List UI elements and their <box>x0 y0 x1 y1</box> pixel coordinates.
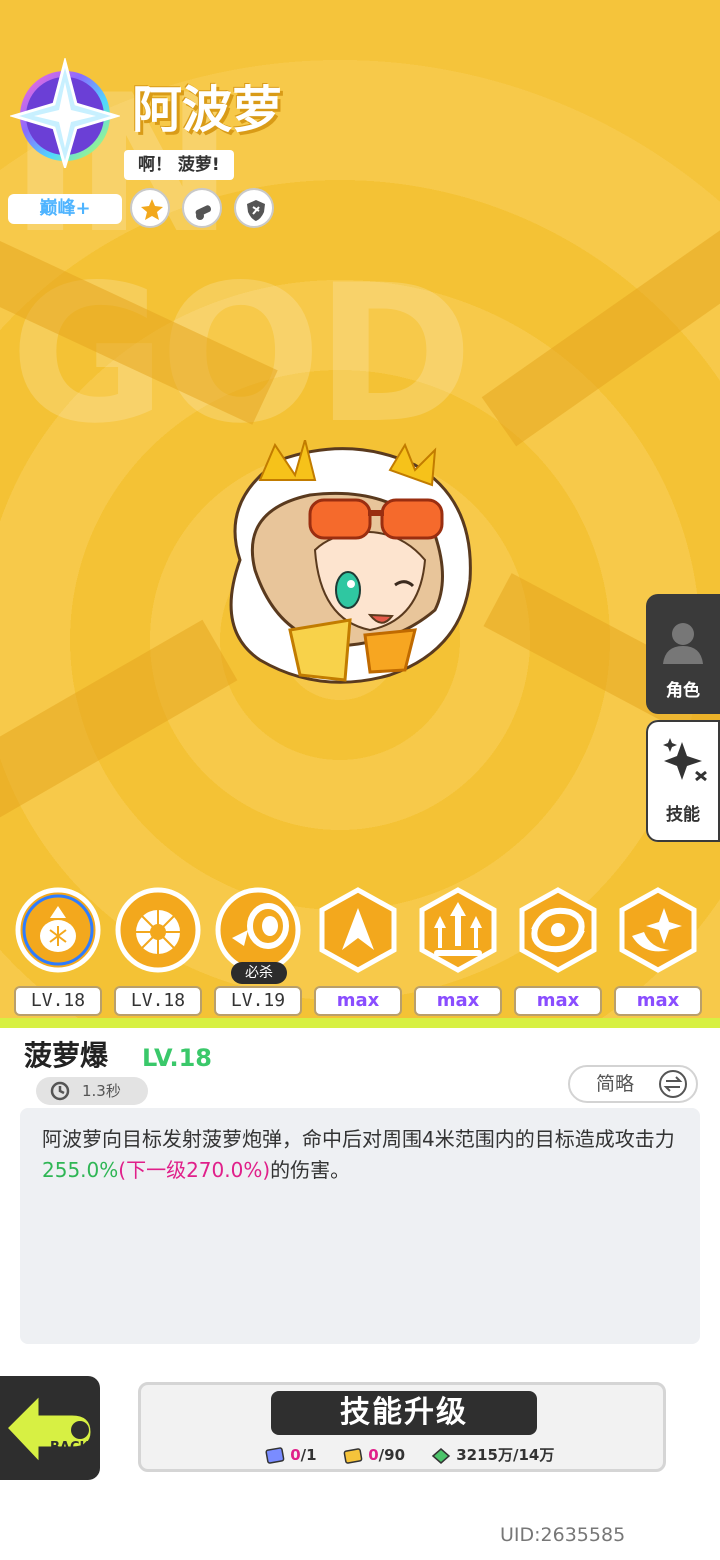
character-portrait <box>229 440 472 684</box>
ultimate-badge: 必杀 <box>231 962 287 984</box>
back-button[interactable]: BACK <box>0 1376 100 1480</box>
desc-text: 阿波萝向目标发射菠萝炮弹，命中后对周围4米范围内的目标造成攻击力 <box>42 1127 675 1151</box>
skill-description: 阿波萝向目标发射菠萝炮弹，命中后对周围4米范围内的目标造成攻击力 255.0%(下… <box>42 1124 682 1186</box>
shield-icon <box>247 200 265 221</box>
cost-skill-book: 0/1 <box>265 1445 317 1465</box>
skill-slot-6[interactable] <box>514 886 602 974</box>
character-name: 阿波萝 <box>132 81 282 139</box>
cost-skill-book-have: 0 <box>290 1446 301 1464</box>
upgrade-panel: 技能升级 0/1 0/90 3215万/14万 <box>138 1382 666 1472</box>
money-icon <box>431 1447 451 1464</box>
skill-level-3: LV.19 <box>214 986 302 1016</box>
skill-level-5: max <box>414 986 502 1016</box>
desc-current-value: 255.0% <box>42 1158 119 1182</box>
character-icon <box>663 623 703 664</box>
skill-slot-3[interactable] <box>214 886 302 974</box>
back-arrow-icon <box>3 1390 94 1468</box>
trait-cannon[interactable] <box>182 188 222 228</box>
upgrade-skill-button[interactable]: 技能升级 <box>271 1391 537 1435</box>
triple-arrow-icon <box>419 887 497 973</box>
clock-icon <box>50 1081 70 1101</box>
cannon-icon <box>195 205 212 220</box>
cost-money: 3215万/14万 <box>431 1445 554 1465</box>
toggle-label: 简略 <box>596 1073 635 1095</box>
tab-character-label: 角色 <box>666 681 700 701</box>
skill-name: 菠萝爆 <box>24 1039 109 1072</box>
tab-skill-label: 技能 <box>666 805 700 825</box>
pineapple-slice-icon <box>115 887 201 973</box>
tab-character[interactable]: 角色 <box>646 594 720 714</box>
skill-level-4: max <box>314 986 402 1016</box>
cost-ticket-have: 0 <box>368 1446 379 1464</box>
back-label: BACK <box>50 1440 90 1455</box>
cost-money-have: 3215万 <box>456 1446 513 1464</box>
trait-shield[interactable] <box>234 188 274 228</box>
cost-ticket: 0/90 <box>343 1445 405 1465</box>
rank-badge: 巅峰+ <box>8 194 122 224</box>
cost-money-need: /14万 <box>512 1446 555 1464</box>
crescent-star-icon <box>619 887 697 973</box>
tab-skill[interactable]: 技能 <box>646 720 720 842</box>
character-quote: 啊！ 菠萝! <box>124 150 234 180</box>
cost-skill-book-need: /1 <box>300 1446 317 1464</box>
swirl-icon <box>519 887 597 973</box>
desc-tail: 的伤害。 <box>270 1158 351 1182</box>
skill-level-7: max <box>614 986 702 1016</box>
up-slash-icon <box>319 887 397 973</box>
trait-burst[interactable] <box>130 188 170 228</box>
cost-ticket-need: /90 <box>378 1446 406 1464</box>
blast-icon <box>215 887 301 973</box>
burst-icon <box>141 199 163 220</box>
sparkle-icon <box>663 738 707 782</box>
skill-slot-4[interactable] <box>314 886 402 974</box>
cooldown-value: 1.3秒 <box>82 1082 121 1100</box>
skill-slot-1[interactable] <box>14 886 102 974</box>
swap-icon <box>659 1070 687 1098</box>
skill-description-box: 阿波萝向目标发射菠萝炮弹，命中后对周围4米范围内的目标造成攻击力 255.0%(下… <box>20 1108 700 1344</box>
user-id: UID:2635585 <box>500 1524 626 1546</box>
skill-book-icon <box>265 1446 285 1464</box>
description-mode-toggle[interactable]: 简略 <box>568 1065 698 1103</box>
skill-slot-5[interactable] <box>414 886 502 974</box>
skill-slot-2[interactable] <box>114 886 202 974</box>
cooldown-badge: 1.3秒 <box>36 1077 148 1105</box>
skill-level-1: LV.18 <box>14 986 102 1016</box>
desc-next-value: (下一级270.0%) <box>118 1158 271 1182</box>
pineapple-bomb-icon <box>15 887 101 973</box>
skill-level-2: LV.18 <box>114 986 202 1016</box>
rarity-star-emblem-icon <box>10 58 120 168</box>
ticket-icon <box>343 1447 363 1464</box>
skill-level-6: max <box>514 986 602 1016</box>
skill-slot-7[interactable] <box>614 886 702 974</box>
skill-level: LV.18 <box>142 1044 212 1072</box>
